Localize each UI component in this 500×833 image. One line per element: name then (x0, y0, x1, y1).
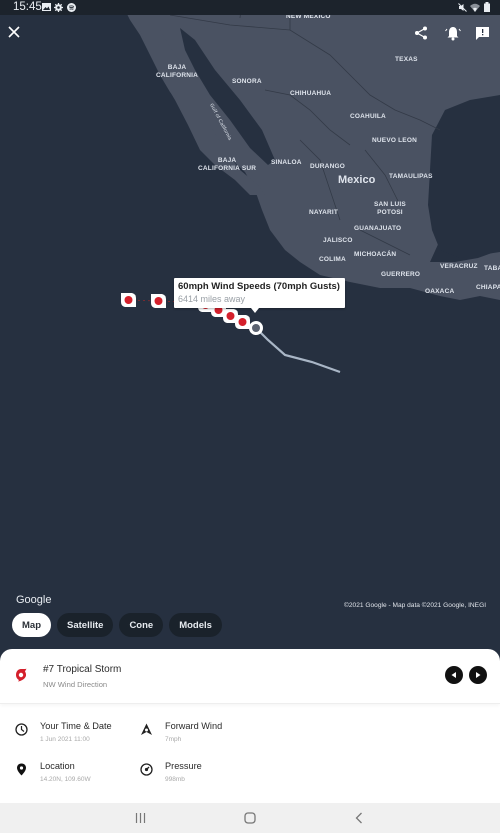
spotify-icon (67, 3, 76, 12)
region-label: SONORA (232, 78, 262, 85)
region-label: COAHUILA (350, 113, 386, 120)
hurricane-icon (16, 668, 27, 682)
map-copyright[interactable]: ©2021 Google - Map data ©2021 Google, IN… (344, 602, 486, 609)
info-title: Your Time & Date (40, 721, 112, 731)
chip-models[interactable]: Models (169, 613, 222, 637)
back-icon[interactable] (355, 812, 363, 824)
region-label: CHIHUAHUA (290, 90, 332, 97)
map-view[interactable]: ARIZONANEW MEXICOTEXASBAJA CALIFORNIASON… (0, 0, 500, 660)
info-value: 14.20N, 109.60W (40, 776, 91, 783)
mute-icon (458, 3, 467, 12)
home-icon[interactable] (244, 812, 256, 824)
region-label: TAMAULIPAS (389, 173, 433, 180)
country-label: Mexico (338, 174, 376, 186)
battery-icon (484, 2, 490, 12)
region-label: NAYARIT (309, 209, 339, 216)
close-button[interactable] (8, 26, 28, 46)
location-pin-icon (17, 763, 26, 776)
info-value: 1 Jun 2021 11:00 (40, 736, 90, 743)
storm-track-point[interactable] (235, 315, 250, 329)
status-bar: 15:45 (0, 0, 500, 15)
alert-button[interactable] (445, 26, 465, 46)
gear-icon (54, 3, 63, 12)
storm-point-tooltip: 60mph Wind Speeds (70mph Gusts) 6414 mil… (174, 278, 345, 313)
next-point-button[interactable] (469, 666, 487, 684)
storm-track-point[interactable] (121, 293, 136, 307)
share-button[interactable] (414, 26, 434, 46)
chip-cone[interactable]: Cone (119, 613, 164, 637)
region-label: CHIAPA (476, 284, 500, 291)
storm-track-point[interactable] (151, 294, 166, 308)
region-label: MICHOACÁN (354, 251, 397, 258)
storm-header[interactable]: #7 Tropical Storm NW Wind Direction (0, 649, 500, 704)
chip-satellite[interactable]: Satellite (57, 613, 114, 637)
feedback-button[interactable] (475, 26, 495, 46)
share-icon (415, 26, 427, 40)
close-icon (8, 26, 20, 38)
region-label: GUANAJUATO (354, 225, 402, 232)
region-label: JALISCO (323, 237, 353, 244)
alert-bell-icon (445, 27, 461, 41)
app-root: ARIZONANEW MEXICOTEXASBAJA CALIFORNIASON… (0, 0, 500, 833)
system-nav-bar (0, 803, 500, 833)
triangle-right-icon (476, 672, 481, 678)
storm-title: #7 Tropical Storm (43, 664, 122, 675)
region-label: TEXAS (395, 56, 418, 63)
region-label: COLIMA (319, 256, 346, 263)
google-logo: Google (16, 594, 52, 606)
storm-details-sheet: #7 Tropical Storm NW Wind Direction Your… (0, 649, 500, 803)
region-label: GUERRERO (381, 271, 421, 278)
gallery-icon (42, 3, 51, 11)
layer-chips: Map Satellite Cone Models (12, 613, 222, 637)
region-label: SAN LUIS POTOSI (374, 201, 406, 216)
feedback-icon (476, 27, 489, 40)
region-label: OAXACA (425, 288, 455, 295)
region-label: VERACRUZ (440, 263, 478, 270)
info-title: Location (40, 761, 75, 771)
triangle-left-icon (451, 672, 456, 678)
region-label: TABA (484, 265, 500, 272)
region-label: DURANGO (310, 163, 345, 170)
clock-icon (15, 723, 28, 736)
info-value: 7mph (165, 736, 182, 743)
wifi-icon (470, 3, 480, 12)
region-label: SINALOA (271, 159, 302, 166)
status-time: 15:45 (13, 1, 42, 13)
recent-apps-icon[interactable] (135, 813, 146, 823)
map-canvas (120, 0, 500, 374)
region-label: NUEVO LEON (372, 137, 417, 144)
tooltip-distance: 6414 miles away (178, 294, 246, 304)
region-label: BAJA CALIFORNIA (156, 64, 199, 79)
info-title: Forward Wind (165, 721, 223, 731)
previous-point-button[interactable] (445, 666, 463, 684)
storm-track-forecast-line (255, 327, 341, 374)
storm-current-point[interactable] (249, 321, 263, 335)
pressure-gauge-icon (140, 763, 153, 776)
forward-wind-icon (141, 723, 152, 735)
chip-map[interactable]: Map (12, 613, 51, 637)
tooltip-title: 60mph Wind Speeds (70mph Gusts) (178, 281, 340, 292)
info-title: Pressure (165, 761, 202, 771)
region-label: BAJA CALIFORNIA SUR (198, 157, 257, 172)
info-value: 998mb (165, 776, 185, 783)
storm-wind-direction: NW Wind Direction (43, 680, 108, 689)
